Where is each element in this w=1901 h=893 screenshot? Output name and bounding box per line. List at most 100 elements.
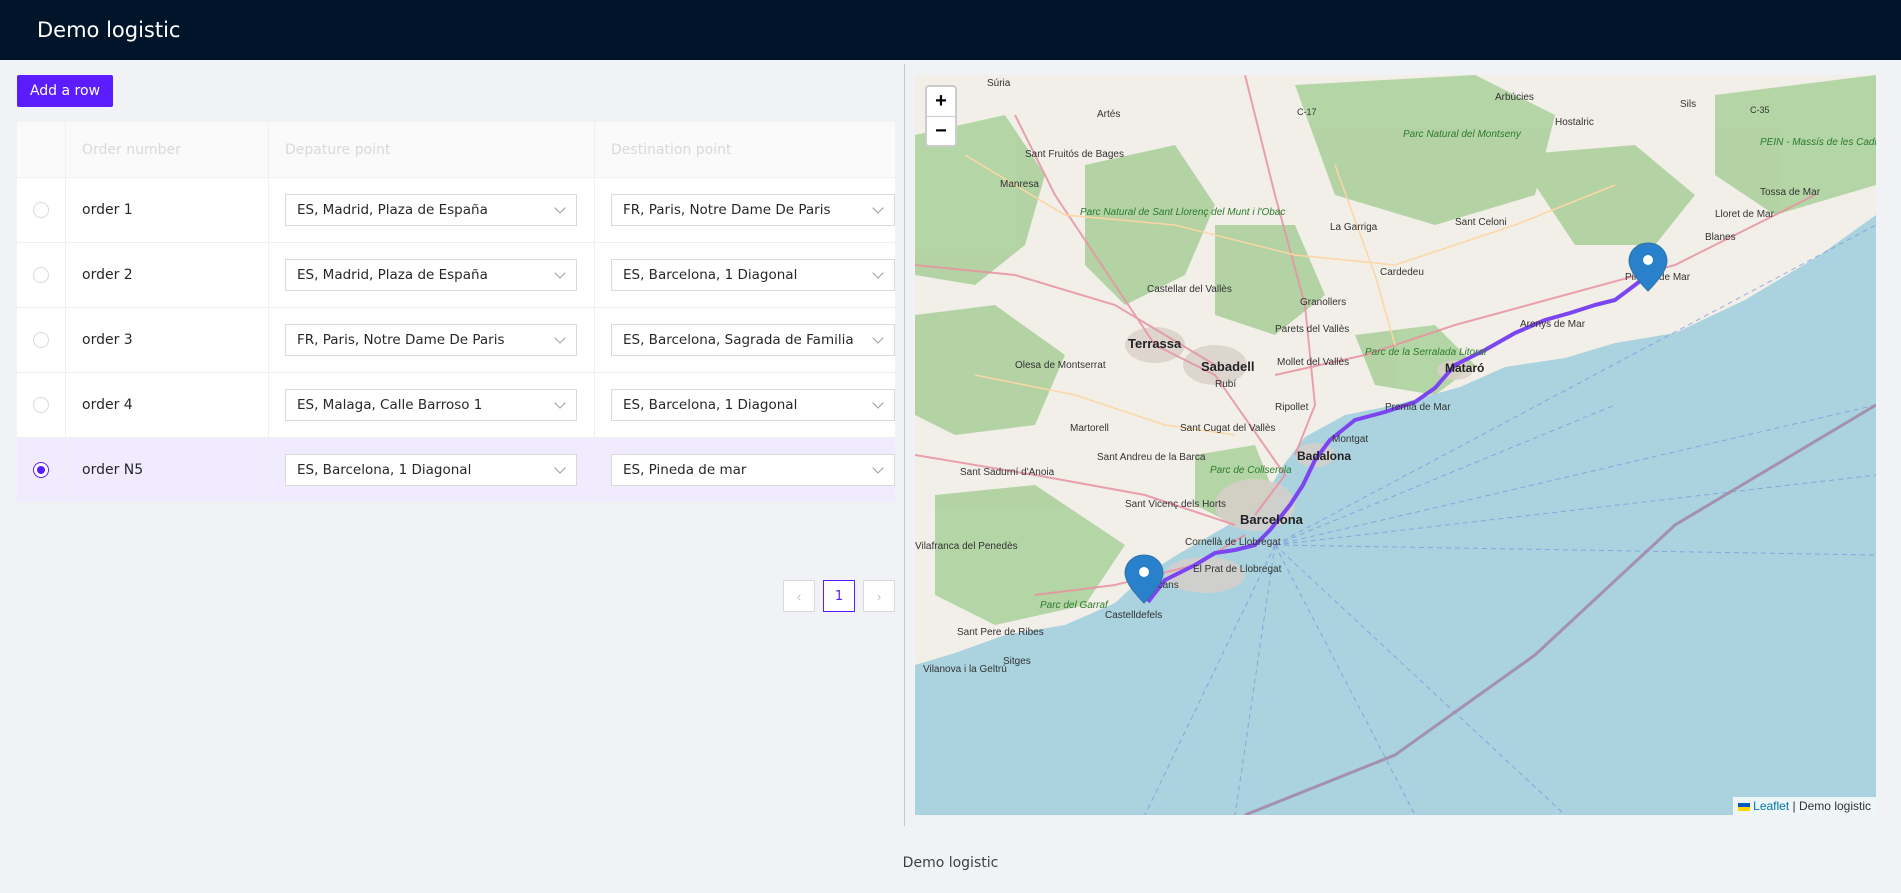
svg-text:Sitges: Sitges [1003, 656, 1031, 667]
destination-value: ES, Barcelona, Sagrada de Familia [623, 332, 854, 348]
svg-text:Terrassa: Terrassa [1128, 336, 1182, 351]
map-attribution: Leaflet | Demo logistic [1733, 797, 1876, 815]
table-row[interactable]: order 4 ES, Malaga, Calle Barroso 1 ES, … [17, 373, 895, 438]
destination-select[interactable]: ES, Barcelona, 1 Diagonal [611, 259, 895, 291]
leaflet-link[interactable]: Leaflet [1753, 799, 1789, 813]
chevron-down-icon [872, 462, 884, 474]
svg-text:Sant Andreu de la Barca: Sant Andreu de la Barca [1097, 452, 1206, 463]
page-footer: Demo logistic [902, 855, 999, 871]
svg-text:Parc Natural de Sant Llorenç d: Parc Natural de Sant Llorenç del Munt i … [1080, 207, 1285, 218]
svg-text:Montgat: Montgat [1332, 434, 1368, 445]
table-row[interactable]: order 1 ES, Madrid, Plaza de España FR, … [17, 178, 895, 243]
orders-table: Order number Depature point Destination … [17, 122, 895, 503]
orders-panel: Add a row Order number Depature point De… [17, 60, 895, 820]
svg-text:Súria: Súria [987, 78, 1011, 89]
svg-text:Hostalric: Hostalric [1555, 117, 1594, 128]
svg-text:Parc Natural del Montseny: Parc Natural del Montseny [1403, 129, 1522, 140]
chevron-down-icon [554, 462, 566, 474]
departure-value: ES, Madrid, Plaza de España [297, 202, 488, 218]
chevron-down-icon [554, 202, 566, 214]
svg-text:Martorell: Martorell [1070, 423, 1109, 434]
departure-value: ES, Madrid, Plaza de España [297, 267, 488, 283]
row-radio-checked[interactable] [33, 462, 49, 478]
svg-text:Granollers: Granollers [1300, 297, 1346, 308]
chevron-down-icon [872, 332, 884, 344]
departure-select[interactable]: ES, Madrid, Plaza de España [285, 194, 577, 226]
svg-text:Sant Cugat del Vallès: Sant Cugat del Vallès [1180, 423, 1275, 434]
row-radio[interactable] [33, 202, 49, 218]
departure-value: FR, Paris, Notre Dame De Paris [297, 332, 505, 348]
map-tiles: Súria Artés Sant Fruitós de Bages Manres… [915, 75, 1876, 815]
attribution-text: Demo logistic [1798, 799, 1871, 813]
chevron-down-icon [554, 397, 566, 409]
chevron-down-icon [554, 332, 566, 344]
column-header-select [17, 122, 66, 178]
attribution-separator: | [1789, 799, 1799, 813]
departure-select[interactable]: ES, Madrid, Plaza de España [285, 259, 577, 291]
order-number-cell: order 1 [66, 178, 269, 242]
destination-select[interactable]: ES, Pineda de mar [611, 454, 895, 486]
svg-text:Badalona: Badalona [1297, 449, 1351, 463]
order-number-cell: order N5 [66, 438, 269, 502]
chevron-down-icon [554, 267, 566, 279]
next-page-button[interactable]: › [863, 580, 895, 612]
zoom-control: + − [925, 85, 957, 147]
destination-value: ES, Barcelona, 1 Diagonal [623, 267, 798, 283]
svg-text:Arbúcies: Arbúcies [1495, 92, 1534, 103]
prev-page-button[interactable]: ‹ [783, 580, 815, 612]
row-radio[interactable] [33, 332, 49, 348]
departure-select[interactable]: ES, Malaga, Calle Barroso 1 [285, 389, 577, 421]
departure-value: ES, Barcelona, 1 Diagonal [297, 462, 472, 478]
svg-text:Sils: Sils [1680, 99, 1696, 110]
svg-text:Cornellà de Llobregat: Cornellà de Llobregat [1185, 537, 1281, 548]
departure-select[interactable]: ES, Barcelona, 1 Diagonal [285, 454, 577, 486]
svg-text:Parets del Vallès: Parets del Vallès [1275, 324, 1349, 335]
table-row[interactable]: order 2 ES, Madrid, Plaza de España ES, … [17, 243, 895, 308]
destination-select[interactable]: ES, Barcelona, Sagrada de Familia [611, 324, 895, 356]
svg-text:PEIN - Massís de les Cadiretes: PEIN - Massís de les Cadiretes [1760, 137, 1876, 148]
svg-text:Barcelona: Barcelona [1240, 512, 1304, 527]
pagination: ‹ 1 › [783, 580, 895, 612]
destination-value: FR, Paris, Notre Dame De Paris [623, 202, 831, 218]
departure-select[interactable]: FR, Paris, Notre Dame De Paris [285, 324, 577, 356]
row-radio[interactable] [33, 397, 49, 413]
svg-text:Premià de Mar: Premià de Mar [1385, 402, 1451, 413]
table-row-selected[interactable]: order N5 ES, Barcelona, 1 Diagonal ES, P… [17, 438, 895, 503]
svg-text:Lloret de Mar: Lloret de Mar [1715, 209, 1775, 220]
page-1-button[interactable]: 1 [823, 580, 855, 612]
svg-text:Blanes: Blanes [1705, 232, 1736, 243]
chevron-down-icon [872, 397, 884, 409]
panel-divider [904, 64, 905, 826]
table-row[interactable]: order 3 FR, Paris, Notre Dame De Paris E… [17, 308, 895, 373]
column-header-departure: Depature point [269, 122, 595, 178]
zoom-out-button[interactable]: − [927, 116, 955, 145]
svg-text:Sant Sadurní d'Anoia: Sant Sadurní d'Anoia [960, 467, 1055, 478]
destination-value: ES, Pineda de mar [623, 462, 747, 478]
svg-text:Sant Fruitós de Bages: Sant Fruitós de Bages [1025, 149, 1124, 160]
app-title: Demo logistic [37, 18, 181, 42]
svg-text:Sant Celoni: Sant Celoni [1455, 217, 1507, 228]
svg-text:Parc del Garraf: Parc del Garraf [1040, 600, 1109, 611]
svg-text:Olesa de Montserrat: Olesa de Montserrat [1015, 360, 1106, 371]
row-radio[interactable] [33, 267, 49, 283]
order-number-cell: order 4 [66, 373, 269, 437]
svg-text:Manresa: Manresa [1000, 179, 1039, 190]
add-row-button[interactable]: Add a row [17, 75, 113, 107]
destination-select[interactable]: ES, Barcelona, 1 Diagonal [611, 389, 895, 421]
map-view[interactable]: Súria Artés Sant Fruitós de Bages Manres… [915, 75, 1876, 815]
order-number-cell: order 3 [66, 308, 269, 372]
svg-text:Arenys de Mar: Arenys de Mar [1520, 319, 1586, 330]
destination-select[interactable]: FR, Paris, Notre Dame De Paris [611, 194, 895, 226]
svg-text:Tossa de Mar: Tossa de Mar [1760, 187, 1821, 198]
chevron-down-icon [872, 202, 884, 214]
svg-text:Mollet del Vallès: Mollet del Vallès [1277, 357, 1349, 368]
svg-text:Vilafranca del Penedès: Vilafranca del Penedès [915, 541, 1018, 552]
svg-text:El Prat de Llobregat: El Prat de Llobregat [1193, 564, 1282, 575]
svg-text:Castellar del Vallès: Castellar del Vallès [1147, 284, 1232, 295]
svg-text:Cardedeu: Cardedeu [1380, 267, 1424, 278]
column-header-destination: Destination point [611, 142, 732, 158]
app-header: Demo logistic [0, 0, 1901, 60]
destination-value: ES, Barcelona, 1 Diagonal [623, 397, 798, 413]
zoom-in-button[interactable]: + [927, 87, 955, 116]
svg-text:Ripollet: Ripollet [1275, 402, 1309, 413]
